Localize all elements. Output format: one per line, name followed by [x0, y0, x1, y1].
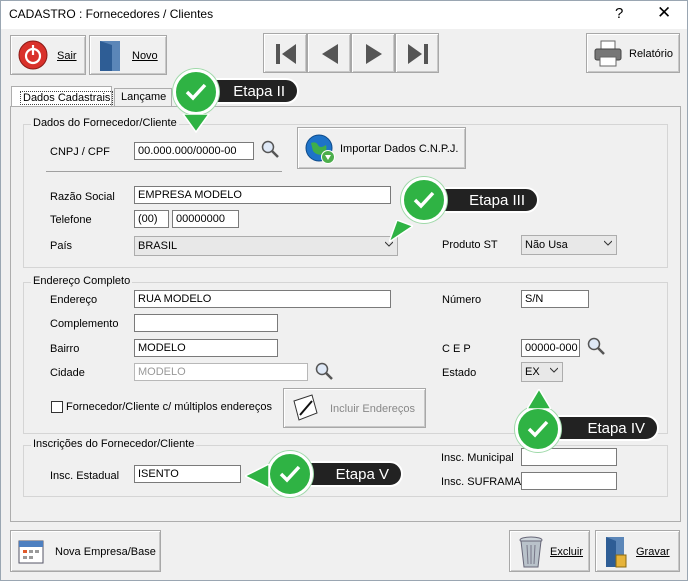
incluir-enderecos-button[interactable]: Incluir Endereços	[283, 388, 426, 428]
last-record-button[interactable]	[395, 33, 439, 73]
endereco-legend: Endereço Completo	[31, 275, 133, 287]
door-icon	[100, 41, 120, 71]
endereco-input[interactable]: RUA MODELO	[134, 290, 391, 308]
nova-empresa-button[interactable]: Nova Empresa/Base	[10, 530, 161, 572]
telefone-label: Telefone	[50, 214, 92, 226]
multiplos-enderecos-checkbox[interactable]	[51, 401, 63, 413]
title-bar: CADASTRO : Fornecedores / Clientes ? ✕	[1, 1, 687, 29]
help-button[interactable]: ?	[615, 5, 623, 22]
first-record-button[interactable]	[263, 33, 307, 73]
next-icon	[366, 44, 382, 64]
previous-icon	[322, 44, 338, 64]
tab-lancamentos[interactable]: Lançame	[114, 88, 172, 106]
pointer-arrow-icon	[182, 114, 210, 134]
importar-label: Importar Dados C.N.P.J.	[340, 143, 459, 155]
tab-dados-cadastrais[interactable]: Dados Cadastrais	[11, 86, 114, 107]
pais-label: País	[50, 240, 73, 252]
chevron-down-icon	[604, 240, 612, 246]
callout-etapa-ii-label: Etapa II	[233, 83, 285, 100]
cidade-label: Cidade	[50, 367, 85, 379]
estado-value: EX	[525, 366, 540, 378]
check-circle-icon	[173, 69, 219, 115]
calendar-icon	[18, 540, 44, 564]
window-title: CADASTRO : Fornecedores / Clientes	[9, 7, 214, 21]
produto-st-select[interactable]: Não Usa	[521, 235, 617, 255]
razao-label: Razão Social	[50, 191, 115, 203]
bairro-label: Bairro	[50, 343, 80, 355]
cnpj-label: CNPJ / CPF	[50, 146, 110, 158]
pais-select[interactable]: BRASIL	[134, 236, 398, 256]
check-circle-icon	[401, 177, 447, 223]
telefone-input[interactable]: 00000000	[172, 210, 239, 228]
produto-st-label: Produto ST	[442, 239, 498, 251]
tab-lancamentos-label: Lançame	[121, 91, 167, 103]
numero-input[interactable]: S/N	[521, 290, 589, 308]
inscricoes-legend: Inscrições do Fornecedor/Cliente	[31, 438, 197, 450]
chevron-down-icon	[550, 367, 558, 373]
excluir-label: Excluir	[550, 546, 584, 558]
gravar-label: Gravar	[636, 546, 670, 558]
estado-label: Estado	[442, 367, 477, 379]
cidade-input[interactable]: MODELO	[134, 363, 308, 381]
razao-social-input[interactable]: EMPRESA MODELO	[134, 186, 391, 204]
multiplos-enderecos-label: Fornecedor/Cliente c/ múltiplos endereço…	[66, 401, 273, 413]
endereco-label: Endereço	[50, 294, 98, 306]
nova-empresa-label: Nova Empresa/Base	[55, 546, 156, 558]
previous-record-button[interactable]	[307, 33, 351, 73]
trash-icon	[519, 536, 543, 568]
cnpj-input[interactable]: 00.000.000/0000-00	[134, 142, 254, 160]
callout-etapa-iii-label: Etapa III	[469, 192, 525, 209]
save-door-icon	[606, 537, 627, 568]
ddd-input[interactable]: (00)	[134, 210, 169, 228]
produto-st-value: Não Usa	[525, 239, 568, 251]
relatorio-label: Relatório	[629, 48, 674, 60]
search-icon[interactable]	[314, 361, 334, 381]
fornecedor-legend: Dados do Fornecedor/Cliente	[31, 117, 179, 129]
estadual-input[interactable]: ISENTO	[134, 465, 241, 483]
relatorio-button[interactable]: Relatório	[586, 33, 680, 73]
incluir-label: Incluir Endereços	[330, 403, 415, 415]
next-record-button[interactable]	[351, 33, 395, 73]
cep-label: C E P	[442, 343, 471, 355]
estado-select[interactable]: EX	[521, 362, 563, 382]
tab-dados-label: Dados Cadastrais	[20, 91, 114, 105]
importar-cnpj-button[interactable]: Importar Dados C.N.P.J.	[297, 127, 466, 169]
last-icon	[408, 44, 428, 64]
check-circle-icon	[267, 451, 313, 497]
suframa-label: Insc. SUFRAMA	[441, 476, 522, 488]
check-circle-icon	[515, 406, 561, 452]
novo-label: Novo	[132, 50, 158, 62]
pointer-arrow-icon	[527, 389, 551, 409]
search-icon[interactable]	[260, 139, 280, 159]
municipal-label: Insc. Municipal	[441, 452, 514, 464]
gravar-button[interactable]: Gravar	[595, 530, 680, 572]
pais-value: BRASIL	[138, 240, 178, 252]
suframa-input[interactable]	[521, 472, 617, 490]
numero-label: Número	[442, 294, 482, 306]
estadual-label: Insc. Estadual	[50, 470, 120, 482]
search-icon[interactable]	[586, 336, 606, 356]
pointer-arrow-icon	[245, 464, 270, 488]
first-icon	[276, 44, 296, 64]
power-icon	[18, 40, 48, 70]
cep-input[interactable]: 00000-000	[521, 339, 580, 357]
complemento-label: Complemento	[50, 318, 119, 330]
excluir-button[interactable]: Excluir	[509, 530, 590, 572]
note-icon	[293, 394, 318, 421]
globe-download-icon	[305, 134, 335, 164]
pointer-arrow-icon	[389, 220, 413, 242]
window: CADASTRO : Fornecedores / Clientes ? ✕ S…	[0, 0, 688, 581]
close-button[interactable]: ✕	[657, 3, 671, 23]
complemento-input[interactable]	[134, 314, 278, 332]
cnpj-divider	[46, 171, 282, 172]
callout-etapa-iv-label: Etapa IV	[587, 420, 645, 437]
callout-etapa-v-label: Etapa V	[335, 466, 389, 483]
novo-button[interactable]: Novo	[89, 35, 167, 75]
sair-button[interactable]: Sair	[10, 35, 86, 75]
printer-icon	[594, 40, 622, 67]
sair-label: Sair	[57, 50, 77, 62]
bairro-input[interactable]: MODELO	[134, 339, 278, 357]
